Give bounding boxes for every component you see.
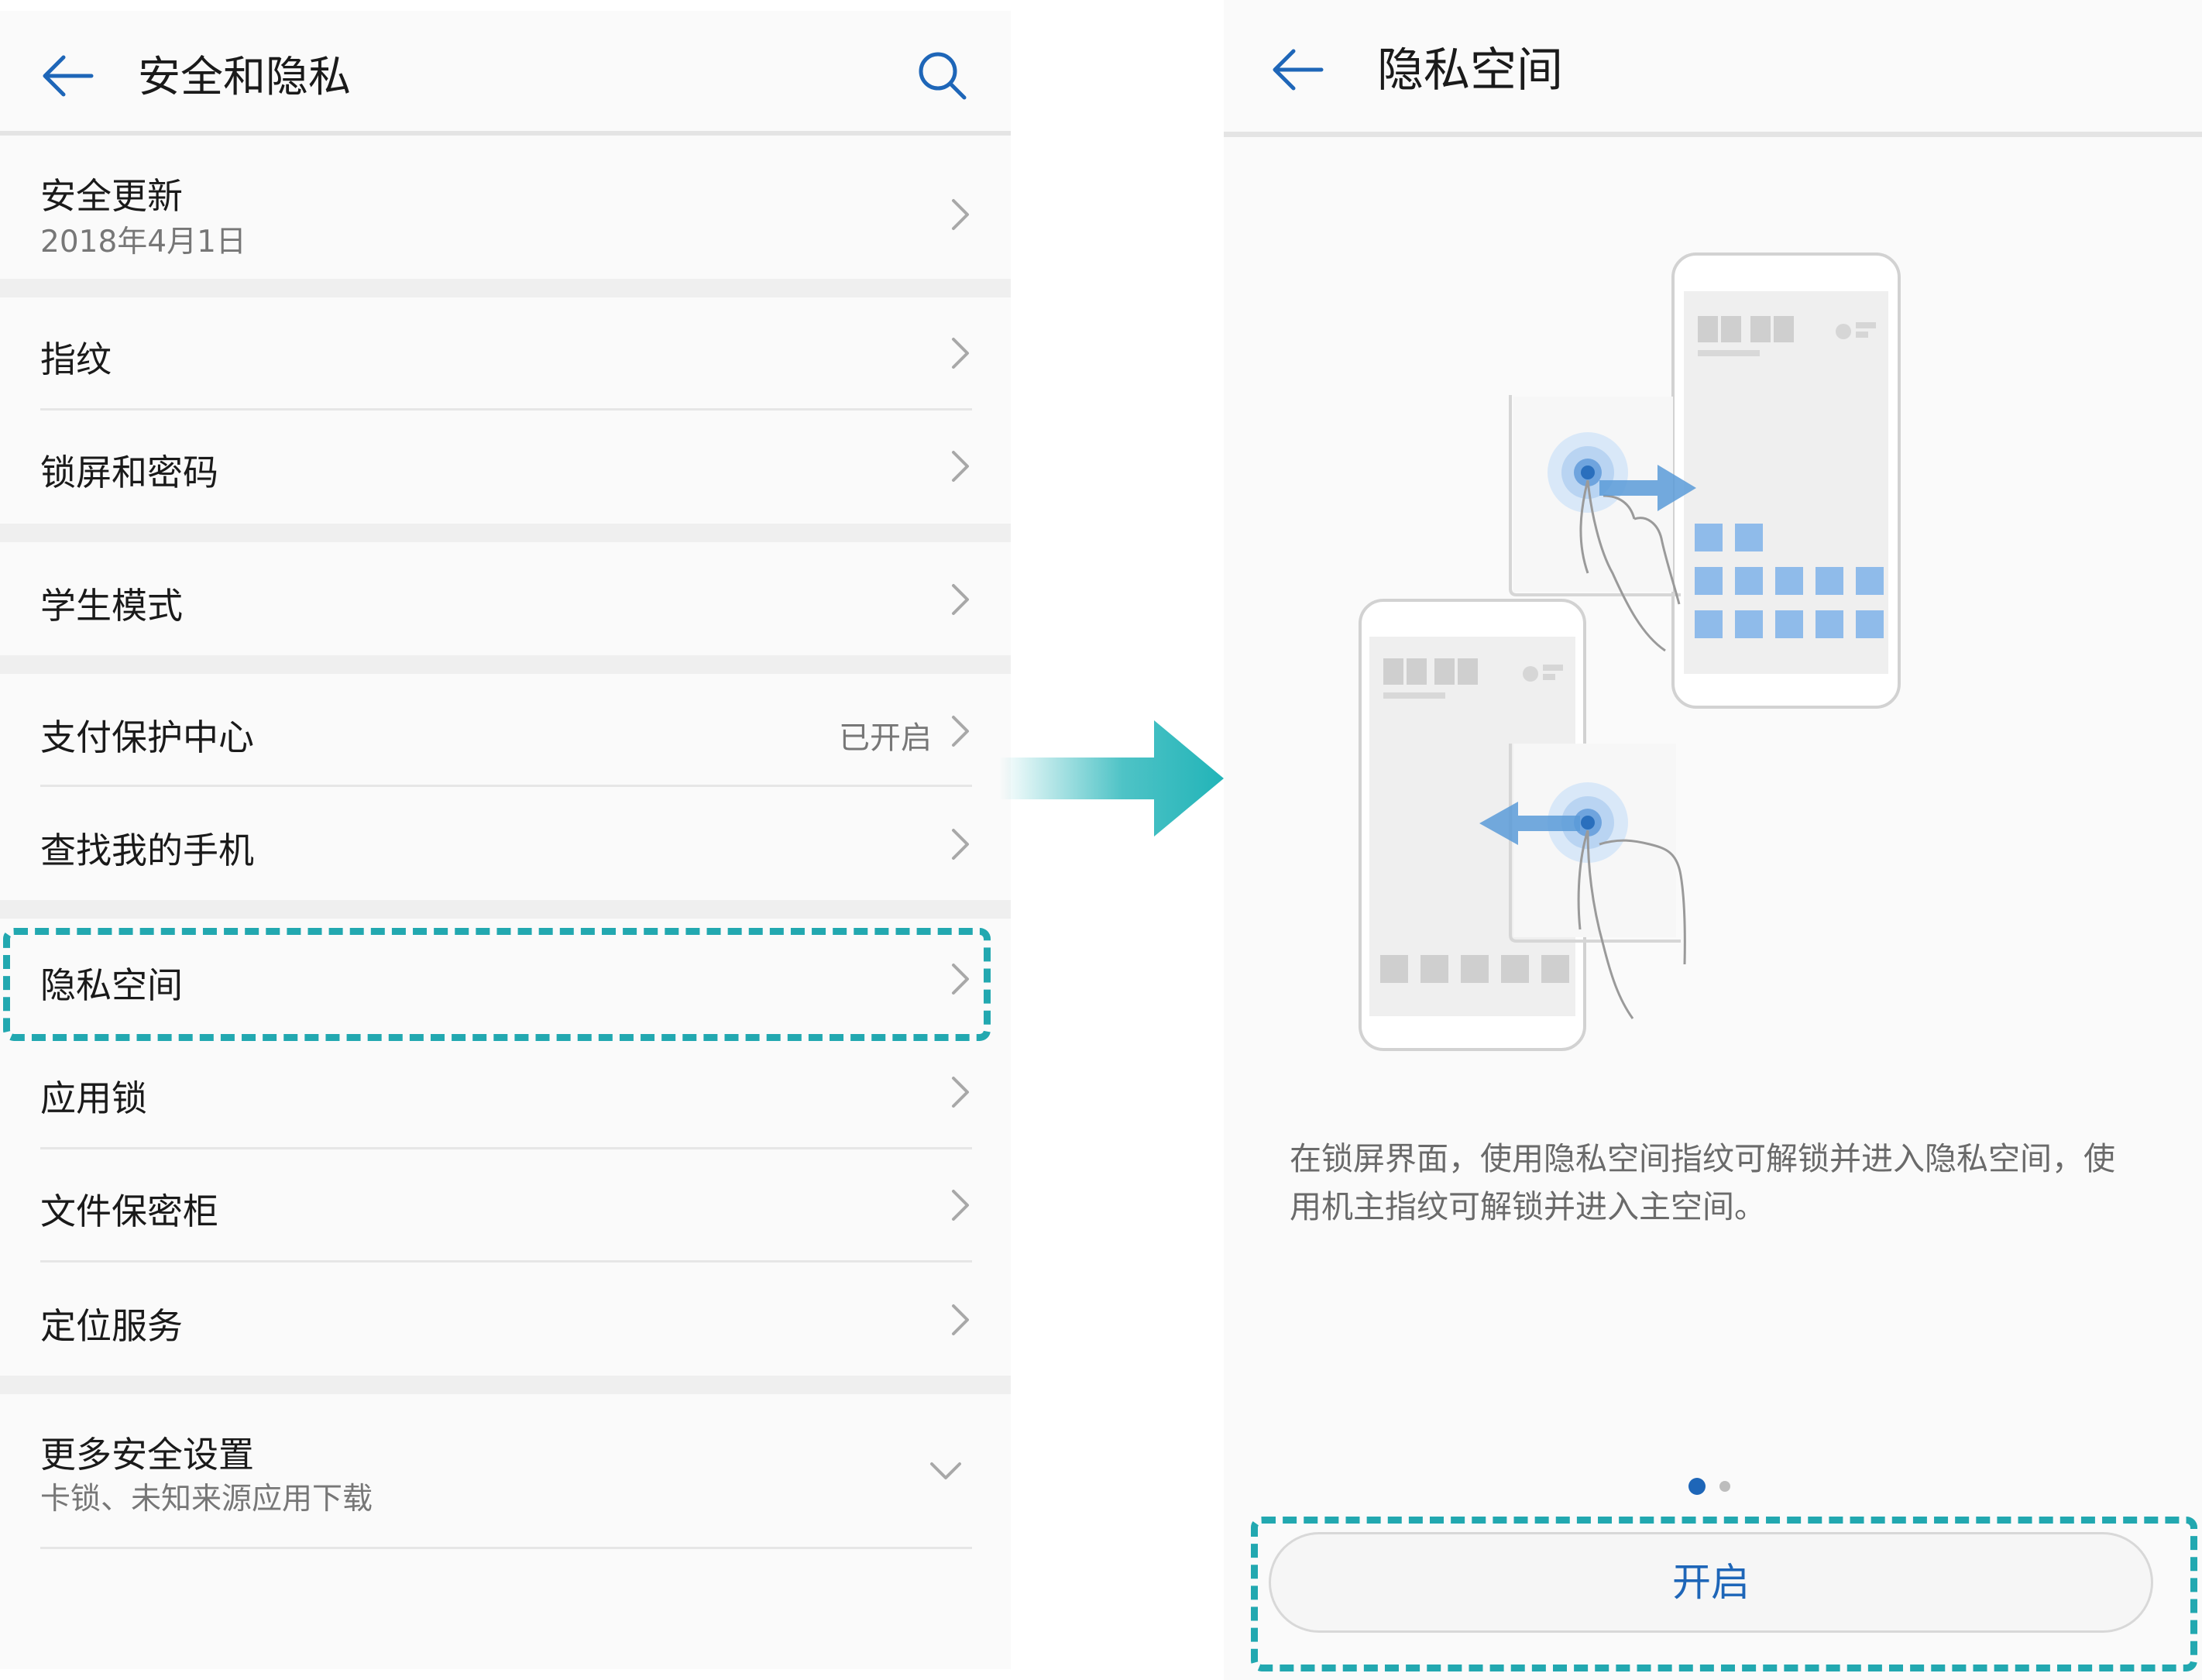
student-mode-item[interactable]: 学生模式	[0, 542, 1011, 655]
status-value: 已开启	[839, 720, 932, 756]
settings-group-payment: 支付保护中心 已开启 查找我的手机	[0, 674, 1011, 900]
private-space-illustration	[1359, 253, 1901, 1051]
settings-group-updates: 安全更新 2018年4月1日	[0, 136, 1011, 279]
item-divider	[40, 1547, 972, 1549]
item-label: 学生模式	[40, 585, 183, 627]
back-arrow-icon[interactable]	[1270, 45, 1324, 94]
chevron-down-icon	[930, 1462, 961, 1479]
open-button-highlight	[1251, 1517, 2197, 1671]
title-bar: 隐私空间	[1224, 0, 2202, 120]
group-gap	[0, 900, 1011, 919]
private-space-description: 在锁屏界面，使用隐私空间指纹可解锁并进入隐私空间，使用机主指纹可解锁并进入主空间…	[1290, 1140, 2115, 1225]
item-label: 支付保护中心	[40, 716, 254, 758]
item-label: 指纹	[40, 338, 112, 380]
file-safe-item[interactable]: 文件保密柜	[0, 1149, 1011, 1263]
item-subtitle: 卡锁、未知来源应用下载	[40, 1482, 373, 1517]
group-gap	[0, 524, 1011, 542]
settings-group-lock: 指纹 锁屏和密码	[0, 297, 1011, 524]
security-update-item[interactable]: 安全更新 2018年4月1日	[0, 136, 1011, 279]
settings-group-student: 学生模式	[0, 542, 1011, 655]
settings-group-more: 更多安全设置 卡锁、未知来源应用下载	[0, 1394, 1011, 1669]
item-subtitle: 2018年4月1日	[40, 225, 246, 259]
find-my-phone-item[interactable]: 查找我的手机	[0, 787, 1011, 900]
chevron-right-icon	[952, 199, 969, 230]
search-icon[interactable]	[915, 48, 969, 102]
title-bar: 安全和隐私	[0, 11, 1011, 131]
group-gap	[0, 279, 1011, 297]
chevron-right-icon	[952, 1304, 969, 1335]
item-label: 锁屏和密码	[40, 452, 218, 493]
chevron-right-icon	[952, 451, 969, 482]
lock-password-item[interactable]: 锁屏和密码	[0, 411, 1011, 524]
chevron-right-icon	[952, 716, 969, 747]
chevron-right-icon	[952, 1190, 969, 1221]
private-space-highlight	[3, 928, 991, 1041]
arrow-right-icon	[999, 720, 1224, 837]
page-title: 安全和隐私	[138, 52, 352, 101]
page-dot	[1719, 1481, 1730, 1492]
location-service-item[interactable]: 定位服务	[0, 1263, 1011, 1376]
item-label: 安全更新	[40, 175, 183, 217]
main-phone-illustration	[1671, 253, 1901, 709]
group-gap	[0, 1376, 1011, 1394]
more-security-settings-item[interactable]: 更多安全设置 卡锁、未知来源应用下载	[0, 1394, 1011, 1549]
chevron-right-icon	[952, 829, 969, 860]
payment-protection-item[interactable]: 支付保护中心 已开启	[0, 674, 1011, 787]
fingerprint-item[interactable]: 指纹	[0, 297, 1011, 411]
item-label: 更多安全设置	[40, 1434, 254, 1476]
chevron-right-icon	[952, 338, 969, 369]
item-label: 文件保密柜	[40, 1190, 218, 1232]
private-space-screen: 隐私空间 在锁屏界面，使用隐私空间指纹可解锁并进入隐私空间，使用机主指纹可解锁并…	[1224, 0, 2202, 1680]
item-label: 定位服务	[40, 1305, 183, 1347]
page-title: 隐私空间	[1377, 43, 1563, 98]
app-lock-item[interactable]: 应用锁	[0, 1036, 1011, 1149]
back-arrow-icon[interactable]	[40, 51, 94, 101]
security-privacy-screen: 安全和隐私 安全更新 2018年4月1日 指纹 锁屏和密码 学生模式 支付保护中…	[0, 11, 1011, 1669]
chevron-right-icon	[952, 584, 969, 615]
group-gap	[0, 655, 1011, 674]
item-label: 应用锁	[40, 1077, 147, 1119]
title-divider	[1224, 132, 2202, 137]
chevron-right-icon	[952, 1077, 969, 1108]
item-label: 查找我的手机	[40, 830, 254, 871]
page-dot-active	[1688, 1478, 1706, 1495]
